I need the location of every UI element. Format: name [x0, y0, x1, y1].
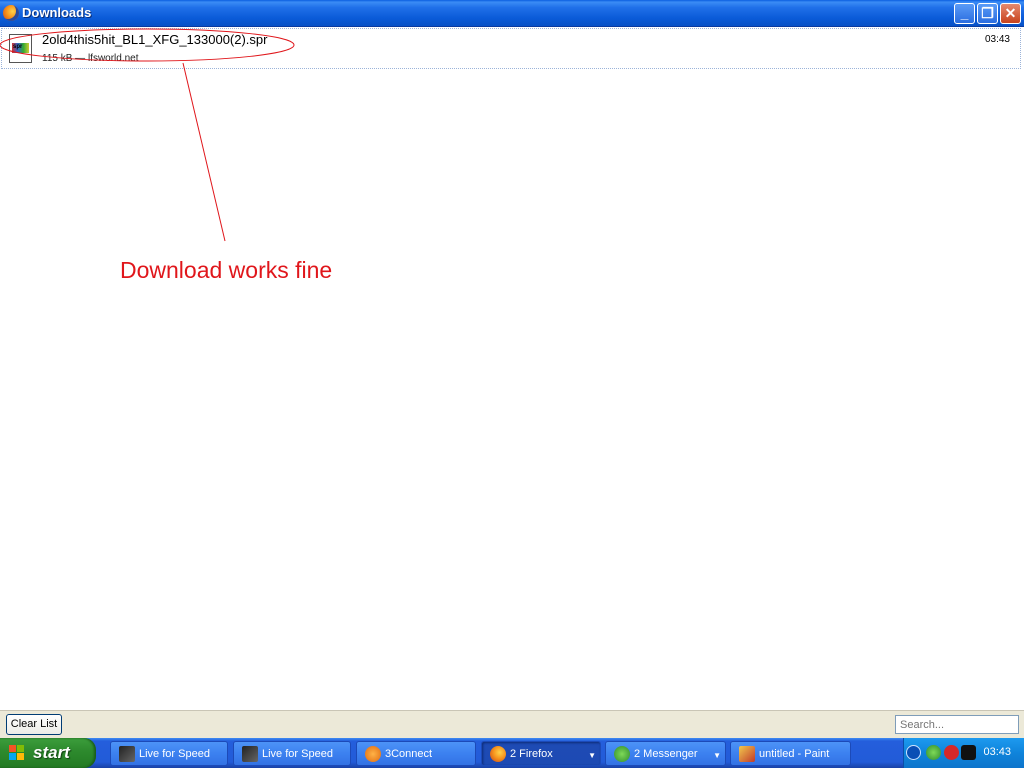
- start-label: start: [33, 743, 70, 762]
- minimize-button[interactable]: _: [954, 3, 975, 24]
- maximize-button[interactable]: ❐: [977, 3, 998, 24]
- system-tray: 03:43: [903, 738, 1024, 768]
- window-title: Downloads: [22, 5, 92, 20]
- annotation-pointer-line: [182, 62, 226, 242]
- chevron-left-icon[interactable]: [906, 745, 921, 760]
- taskbar-item-label: Live for Speed: [139, 748, 210, 760]
- winamp-icon[interactable]: [961, 745, 976, 760]
- taskbar-item-label: 2 Messenger: [634, 748, 698, 760]
- file-icon: spr: [9, 34, 32, 63]
- file-icon-label: spr: [13, 44, 23, 50]
- firefox-icon: [490, 746, 506, 762]
- taskbar-item-label: Live for Speed: [262, 748, 333, 760]
- taskbar-item-messenger[interactable]: 2 Messenger ▼: [605, 741, 726, 766]
- annotation-text: Download works fine: [120, 257, 333, 283]
- messenger-tray-icon[interactable]: [926, 745, 941, 760]
- download-meta: 115 kB — lfsworld.net: [42, 53, 139, 64]
- paint-icon: [739, 746, 755, 762]
- 3connect-icon: [365, 746, 381, 762]
- start-button[interactable]: start: [0, 738, 96, 768]
- taskbar-item-firefox[interactable]: 2 Firefox ▼: [481, 741, 601, 766]
- search-input[interactable]: [895, 715, 1019, 734]
- taskbar-item-live-for-speed-2[interactable]: Live for Speed: [233, 741, 351, 766]
- taskbar-item-3connect[interactable]: 3Connect: [356, 741, 476, 766]
- download-item[interactable]: spr 2old4this5hit_BL1_XFG_133000(2).spr …: [1, 28, 1021, 69]
- taskbar-item-label: 3Connect: [385, 748, 433, 760]
- lfs-icon: [119, 746, 135, 762]
- window-title-bar[interactable]: Downloads _ ❐ ✕: [0, 0, 1024, 27]
- antivirus-icon[interactable]: [944, 745, 959, 760]
- clear-list-button[interactable]: Clear List: [6, 714, 62, 735]
- taskbar-item-label: 2 Firefox: [510, 748, 553, 760]
- taskbar-item-paint[interactable]: untitled - Paint: [730, 741, 851, 766]
- downloads-footer: Clear List: [0, 710, 1024, 739]
- firefox-icon: [3, 5, 19, 21]
- taskbar-item-live-for-speed[interactable]: Live for Speed: [110, 741, 228, 766]
- windows-logo-icon: [9, 745, 25, 761]
- lfs-icon: [242, 746, 258, 762]
- download-file-name[interactable]: 2old4this5hit_BL1_XFG_133000(2).spr: [42, 32, 267, 47]
- clock[interactable]: 03:43: [983, 746, 1011, 758]
- download-time: 03:43: [984, 34, 1010, 45]
- chevron-down-icon: ▼: [588, 751, 596, 760]
- taskbar: start Live for Speed Live for Speed 3Con…: [0, 738, 1024, 768]
- taskbar-item-label: untitled - Paint: [759, 748, 830, 760]
- chevron-down-icon: ▼: [713, 751, 721, 760]
- close-button[interactable]: ✕: [1000, 3, 1021, 24]
- messenger-icon: [614, 746, 630, 762]
